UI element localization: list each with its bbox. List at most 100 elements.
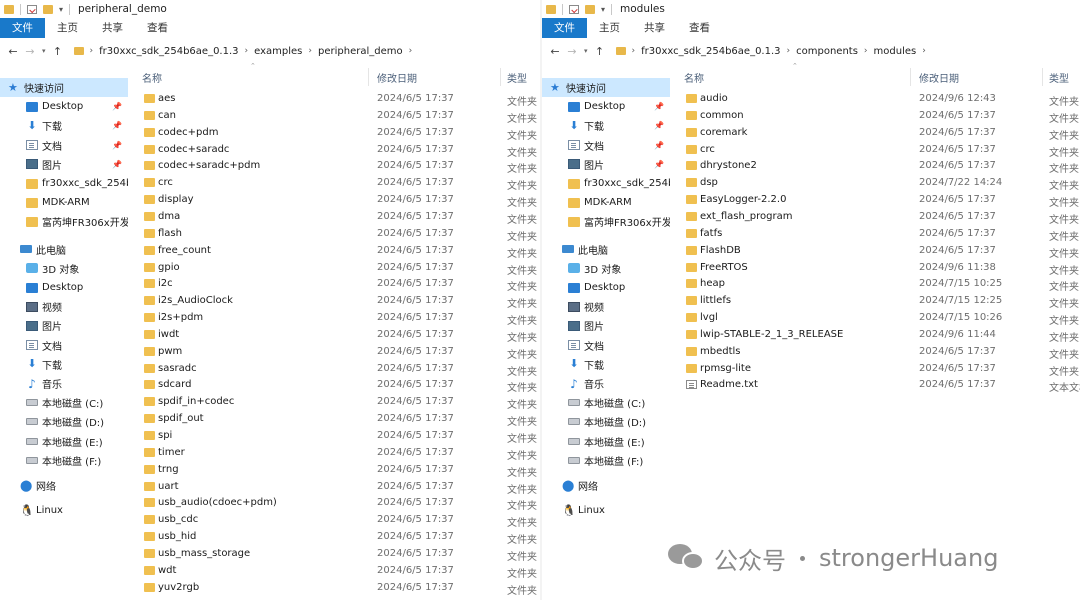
- nav-item[interactable]: 富芮坤FR306x开发板: [542, 212, 670, 231]
- nav-item[interactable]: 富芮坤FR306x开发板: [0, 212, 128, 231]
- chevron-right-icon[interactable]: ›: [787, 46, 791, 56]
- tab-view[interactable]: 查看: [135, 18, 180, 38]
- breadcrumb-item[interactable]: examples: [254, 46, 302, 57]
- nav-item[interactable]: ⬇ 下载 📌: [0, 116, 128, 135]
- new-folder-icon[interactable]: [585, 4, 595, 14]
- nav-item[interactable]: 图片 📌: [0, 155, 128, 174]
- file-row[interactable]: yuv2rgb 2024/6/5 17:37 文件夹: [136, 579, 540, 597]
- forward-arrow-icon[interactable]: →: [567, 45, 577, 58]
- file-row[interactable]: codec+saradc+pdm 2024/6/5 17:37 文件夹: [136, 157, 540, 175]
- nav-item[interactable]: 此电脑: [0, 240, 128, 259]
- file-row[interactable]: ext_flash_program 2024/6/5 17:37 文件夹: [678, 208, 1080, 226]
- file-row[interactable]: rpmsg-lite 2024/6/5 17:37 文件夹: [678, 360, 1080, 378]
- tab-share[interactable]: 共享: [632, 18, 677, 38]
- file-row[interactable]: usb_hid 2024/6/5 17:37 文件夹: [136, 528, 540, 546]
- nav-item[interactable]: 图片 📌: [542, 155, 670, 174]
- file-row[interactable]: sdcard 2024/6/5 17:37 文件夹: [136, 376, 540, 394]
- pin-icon[interactable]: 📌: [112, 121, 122, 130]
- nav-item[interactable]: 本地磁盘 (C:): [0, 393, 128, 412]
- file-row[interactable]: fatfs 2024/6/5 17:37 文件夹: [678, 225, 1080, 243]
- nav-item[interactable]: MDK-ARM: [0, 193, 128, 212]
- breadcrumb-item[interactable]: peripheral_demo: [318, 46, 403, 57]
- nav-item[interactable]: 视频: [542, 297, 670, 316]
- file-row[interactable]: pwm 2024/6/5 17:37 文件夹: [136, 343, 540, 361]
- nav-item[interactable]: 本地磁盘 (F:): [542, 451, 670, 470]
- nav-item[interactable]: 文档 📌: [542, 136, 670, 155]
- nav-item[interactable]: 文档 📌: [0, 136, 128, 155]
- breadcrumb-item[interactable]: fr30xxc_sdk_254b6ae_0.1.3: [641, 46, 780, 57]
- chevron-right-icon[interactable]: ›: [864, 46, 868, 56]
- pin-icon[interactable]: 📌: [112, 102, 122, 111]
- pin-icon[interactable]: 📌: [654, 102, 664, 111]
- up-arrow-icon[interactable]: ↑: [53, 45, 63, 58]
- file-row[interactable]: trng 2024/6/5 17:37 文件夹: [136, 461, 540, 479]
- file-row[interactable]: i2c 2024/6/5 17:37 文件夹: [136, 275, 540, 293]
- properties-icon[interactable]: [569, 4, 579, 14]
- file-row[interactable]: dhrystone2 2024/6/5 17:37 文件夹: [678, 157, 1080, 175]
- tab-view[interactable]: 查看: [677, 18, 722, 38]
- file-row[interactable]: usb_mass_storage 2024/6/5 17:37 文件夹: [136, 545, 540, 563]
- pin-icon[interactable]: 📌: [654, 121, 664, 130]
- nav-item[interactable]: Desktop: [0, 278, 128, 297]
- customize-dropdown-icon[interactable]: ▾: [59, 5, 63, 14]
- file-row[interactable]: FlashDB 2024/6/5 17:37 文件夹: [678, 242, 1080, 260]
- nav-item[interactable]: 图片: [0, 316, 128, 335]
- file-row[interactable]: EasyLogger-2.2.0 2024/6/5 17:37 文件夹: [678, 191, 1080, 209]
- column-header-date[interactable]: 修改日期: [377, 70, 417, 85]
- file-row[interactable]: codec+saradc 2024/6/5 17:37 文件夹: [136, 141, 540, 159]
- file-row[interactable]: flash 2024/6/5 17:37 文件夹: [136, 225, 540, 243]
- column-header-date[interactable]: 修改日期: [919, 70, 959, 85]
- nav-item[interactable]: ⬇ 下载: [542, 355, 670, 374]
- file-row[interactable]: dma 2024/6/5 17:37 文件夹: [136, 208, 540, 226]
- column-header-type[interactable]: 类型: [1049, 70, 1069, 85]
- tab-file[interactable]: 文件: [0, 18, 45, 38]
- file-row[interactable]: heap 2024/7/15 10:25 文件夹: [678, 275, 1080, 293]
- recent-locations-chevron-icon[interactable]: ▾: [584, 47, 588, 55]
- nav-item[interactable]: 视频: [0, 297, 128, 316]
- nav-item[interactable]: ★ 快速访问: [0, 78, 128, 97]
- chevron-right-icon[interactable]: ›: [922, 46, 926, 56]
- pin-icon[interactable]: 📌: [654, 160, 664, 169]
- nav-item[interactable]: ⬤ 网络: [542, 476, 670, 495]
- column-divider[interactable]: [1042, 68, 1043, 86]
- file-row[interactable]: can 2024/6/5 17:37 文件夹: [136, 107, 540, 125]
- pin-icon[interactable]: 📌: [654, 141, 664, 150]
- tab-share[interactable]: 共享: [90, 18, 135, 38]
- file-row[interactable]: spdif_in+codec 2024/6/5 17:37 文件夹: [136, 393, 540, 411]
- file-row[interactable]: gpio 2024/6/5 17:37 文件夹: [136, 259, 540, 277]
- file-row[interactable]: FreeRTOS 2024/9/6 11:38 文件夹: [678, 259, 1080, 277]
- column-divider[interactable]: [910, 68, 911, 86]
- column-header-type[interactable]: 类型: [507, 70, 527, 85]
- nav-item[interactable]: ⬤ 网络: [0, 476, 128, 495]
- nav-item[interactable]: 🐧 Linux: [542, 501, 670, 520]
- column-header-name[interactable]: 名称: [142, 70, 162, 85]
- nav-item[interactable]: 本地磁盘 (E:): [0, 432, 128, 451]
- column-divider[interactable]: [368, 68, 369, 86]
- column-header-name[interactable]: 名称: [684, 70, 704, 85]
- breadcrumb-item[interactable]: components: [796, 46, 858, 57]
- nav-item[interactable]: ★ 快速访问: [542, 78, 670, 97]
- nav-item[interactable]: ♪ 音乐: [0, 374, 128, 393]
- nav-item[interactable]: 本地磁盘 (E:): [542, 432, 670, 451]
- nav-item[interactable]: 图片: [542, 316, 670, 335]
- nav-item[interactable]: 文档: [542, 336, 670, 355]
- nav-item[interactable]: 本地磁盘 (D:): [0, 412, 128, 431]
- column-divider[interactable]: [500, 68, 501, 86]
- nav-item[interactable]: 本地磁盘 (C:): [542, 393, 670, 412]
- file-row[interactable]: common 2024/6/5 17:37 文件夹: [678, 107, 1080, 125]
- tab-home[interactable]: 主页: [45, 18, 90, 38]
- customize-dropdown-icon[interactable]: ▾: [601, 5, 605, 14]
- recent-locations-chevron-icon[interactable]: ▾: [42, 47, 46, 55]
- tab-home[interactable]: 主页: [587, 18, 632, 38]
- chevron-right-icon[interactable]: ›: [308, 46, 312, 56]
- forward-arrow-icon[interactable]: →: [25, 45, 35, 58]
- nav-item[interactable]: 🐧 Linux: [0, 501, 128, 520]
- nav-item[interactable]: Desktop: [542, 278, 670, 297]
- up-arrow-icon[interactable]: ↑: [595, 45, 605, 58]
- nav-item[interactable]: ⬇ 下载 📌: [542, 116, 670, 135]
- file-row[interactable]: crc 2024/6/5 17:37 文件夹: [678, 141, 1080, 159]
- nav-item[interactable]: 3D 对象: [0, 259, 128, 278]
- file-row[interactable]: audio 2024/9/6 12:43 文件夹: [678, 90, 1080, 108]
- file-row[interactable]: codec+pdm 2024/6/5 17:37 文件夹: [136, 124, 540, 142]
- nav-item[interactable]: 此电脑: [542, 240, 670, 259]
